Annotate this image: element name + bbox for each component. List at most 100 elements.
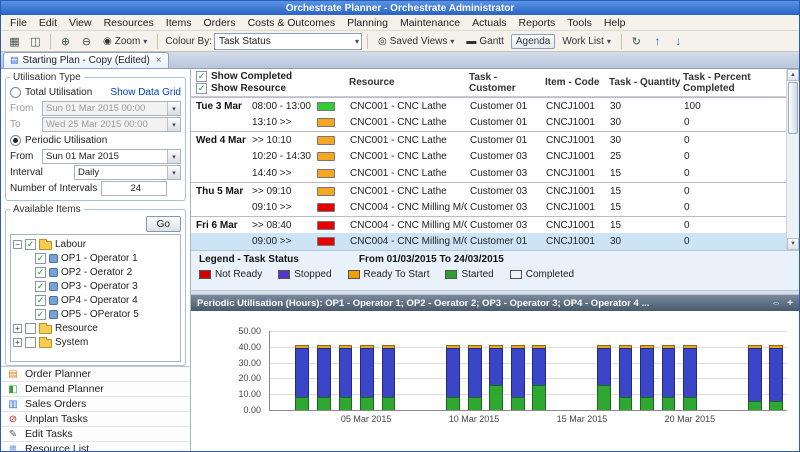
checkbox-unchecked-icon[interactable]	[25, 337, 36, 348]
show-data-grid-link[interactable]: Show Data Grid	[110, 87, 181, 98]
utilisation-bar[interactable]	[640, 345, 654, 410]
go-button[interactable]: Go	[146, 216, 181, 232]
checkbox-checked-icon[interactable]: ✓	[25, 239, 36, 250]
menu-item[interactable]: View	[63, 16, 98, 30]
tree-item-operator[interactable]: ✓ OP4 - Operator 4	[13, 293, 178, 307]
tree-item-operator[interactable]: ✓ OP1 - Operator 1	[13, 251, 178, 265]
move-down-icon[interactable]: ↓	[669, 33, 688, 50]
utilisation-bar[interactable]	[662, 345, 676, 410]
nav-item[interactable]: ◧ Demand Planner	[1, 382, 190, 397]
utilisation-bar[interactable]	[511, 345, 525, 410]
scrollbar-thumb[interactable]	[788, 82, 798, 134]
colour-by-select[interactable]: Task Status ▾	[214, 33, 362, 50]
utilisation-bar[interactable]	[748, 345, 762, 410]
tab-close-icon[interactable]: ×	[156, 55, 162, 66]
column-header-task-customer[interactable]: Task - Customer	[467, 72, 543, 94]
menu-item[interactable]: Edit	[33, 16, 63, 30]
nav-item[interactable]: ⊘ Unplan Tasks	[1, 412, 190, 427]
utilisation-bar[interactable]	[339, 345, 353, 410]
utilisation-bar[interactable]	[295, 345, 309, 410]
utilisation-bar[interactable]	[532, 345, 546, 410]
table-row[interactable]: Thu 5 Mar >> 09:10 CNC001 - CNC Lathe Cu…	[191, 182, 799, 199]
scroll-down-icon[interactable]: ▼	[787, 238, 799, 250]
checkbox-checked-icon[interactable]: ✓	[35, 295, 46, 306]
zoom-button[interactable]: ◉Zoom▾	[98, 34, 152, 49]
utilisation-bar[interactable]	[683, 345, 697, 410]
menu-item[interactable]: Maintenance	[394, 16, 466, 30]
utilisation-bar[interactable]	[489, 345, 503, 410]
interval-select[interactable]: Daily ▾	[74, 165, 181, 180]
calendar-dropdown-icon[interactable]: ▾	[167, 150, 180, 163]
tree-item-folder[interactable]: + Resource	[13, 321, 178, 335]
menu-item[interactable]: File	[4, 16, 33, 30]
pin-icon[interactable]: +	[787, 298, 793, 309]
save-icon[interactable]: ◫	[26, 33, 45, 50]
menu-item[interactable]: Help	[598, 16, 632, 30]
tree-item-operator[interactable]: ✓ OP3 - Operator 3	[13, 279, 178, 293]
menu-item[interactable]: Tools	[561, 16, 598, 30]
nav-item[interactable]: ≣ Resource List	[1, 442, 190, 451]
show-completed-checkbox[interactable]: ✓ Show Completed	[196, 71, 347, 82]
scroll-up-icon[interactable]: ▲	[787, 69, 799, 81]
utilisation-bar[interactable]	[317, 345, 331, 410]
utilisation-bar[interactable]	[597, 345, 611, 410]
refresh-icon[interactable]: ↻	[627, 33, 646, 50]
zoom-out-icon[interactable]: ⊖	[77, 33, 96, 50]
menu-item[interactable]: Reports	[513, 16, 562, 30]
menu-item[interactable]: Planning	[341, 16, 394, 30]
checkbox-checked-icon[interactable]: ✓	[35, 253, 46, 264]
utilisation-bar[interactable]	[468, 345, 482, 410]
table-row[interactable]: 09:10 >> CNC004 - CNC Milling M/C Custom…	[191, 199, 799, 216]
nav-item[interactable]: ✎ Edit Tasks	[1, 427, 190, 442]
utilisation-bar[interactable]	[769, 345, 783, 410]
nav-item[interactable]: ▥ Sales Orders	[1, 397, 190, 412]
total-utilisation-radio[interactable]	[10, 87, 21, 98]
num-intervals-input[interactable]: 24	[101, 181, 167, 196]
table-row[interactable]: 14:40 >> CNC001 - CNC Lathe Customer 03 …	[191, 165, 799, 182]
table-row[interactable]: 10:20 - 14:30 CNC001 - CNC Lathe Custome…	[191, 148, 799, 165]
zoom-in-icon[interactable]: ⊕	[56, 33, 75, 50]
menu-item[interactable]: Items	[160, 16, 198, 30]
gantt-button[interactable]: ▬Gantt	[461, 34, 508, 49]
tree-item-labour[interactable]: − ✓ Labour	[13, 237, 178, 251]
checkbox-checked-icon[interactable]: ✓	[35, 267, 46, 278]
tree-item-operator[interactable]: ✓ OP2 - Oerator 2	[13, 265, 178, 279]
expand-icon[interactable]: ⇔	[771, 298, 781, 309]
utilisation-bar[interactable]	[446, 345, 460, 410]
utilisation-bar[interactable]	[360, 345, 374, 410]
table-row[interactable]: Wed 4 Mar >> 10:10 CNC001 - CNC Lathe Cu…	[191, 131, 799, 148]
periodic-utilisation-radio[interactable]	[10, 135, 21, 146]
periodic-from-input[interactable]: Sun 01 Mar 2015 ▾	[42, 149, 181, 164]
column-header-task-quantity[interactable]: Task - Quantity	[607, 77, 681, 88]
utilisation-bar[interactable]	[619, 345, 633, 410]
expand-icon[interactable]: +	[13, 338, 22, 347]
table-row[interactable]: Fri 6 Mar >> 08:40 CNC004 - CNC Milling …	[191, 216, 799, 233]
tab-starting-plan[interactable]: ▤ Starting Plan - Copy (Edited) ×	[3, 52, 169, 68]
table-row[interactable]: 13:10 >> CNC001 - CNC Lathe Customer 01 …	[191, 114, 799, 131]
checkbox-checked-icon[interactable]: ✓	[35, 309, 46, 320]
vertical-scrollbar[interactable]: ▲ ▼	[786, 69, 799, 250]
expand-icon[interactable]: +	[13, 324, 22, 333]
column-header-resource[interactable]: Resource	[347, 77, 467, 88]
tree-item-operator[interactable]: ✓ OP5 - OPerator 5	[13, 307, 178, 321]
plan-icon[interactable]: ▦	[5, 33, 24, 50]
saved-views-button[interactable]: ◎Saved Views▾	[373, 34, 459, 49]
table-row[interactable]: Tue 3 Mar 08:00 - 13:00 CNC001 - CNC Lat…	[191, 97, 799, 114]
checkbox-unchecked-icon[interactable]	[25, 323, 36, 334]
utilisation-bar[interactable]	[382, 345, 396, 410]
column-header-task-percent-completed[interactable]: Task - Percent Completed	[681, 72, 799, 94]
menu-item[interactable]: Orders	[197, 16, 241, 30]
tree-item-folder[interactable]: + System	[13, 335, 178, 349]
show-resource-checkbox[interactable]: ✓ Show Resource	[196, 83, 347, 94]
nav-item[interactable]: ▤ Order Planner	[1, 367, 190, 382]
column-header-item-code[interactable]: Item - Code	[543, 77, 607, 88]
collapse-icon[interactable]: −	[13, 240, 22, 249]
table-row[interactable]: 09:00 >> CNC004 - CNC Milling M/C Custom…	[191, 233, 799, 250]
menu-item[interactable]: Actuals	[466, 16, 512, 30]
menu-item[interactable]: Resources	[98, 16, 160, 30]
menu-item[interactable]: Costs & Outcomes	[242, 16, 342, 30]
work-list-button[interactable]: Work List▾	[557, 34, 616, 49]
checkbox-checked-icon[interactable]: ✓	[35, 281, 46, 292]
agenda-button[interactable]: Agenda	[511, 34, 555, 49]
move-up-icon[interactable]: ↑	[648, 33, 667, 50]
